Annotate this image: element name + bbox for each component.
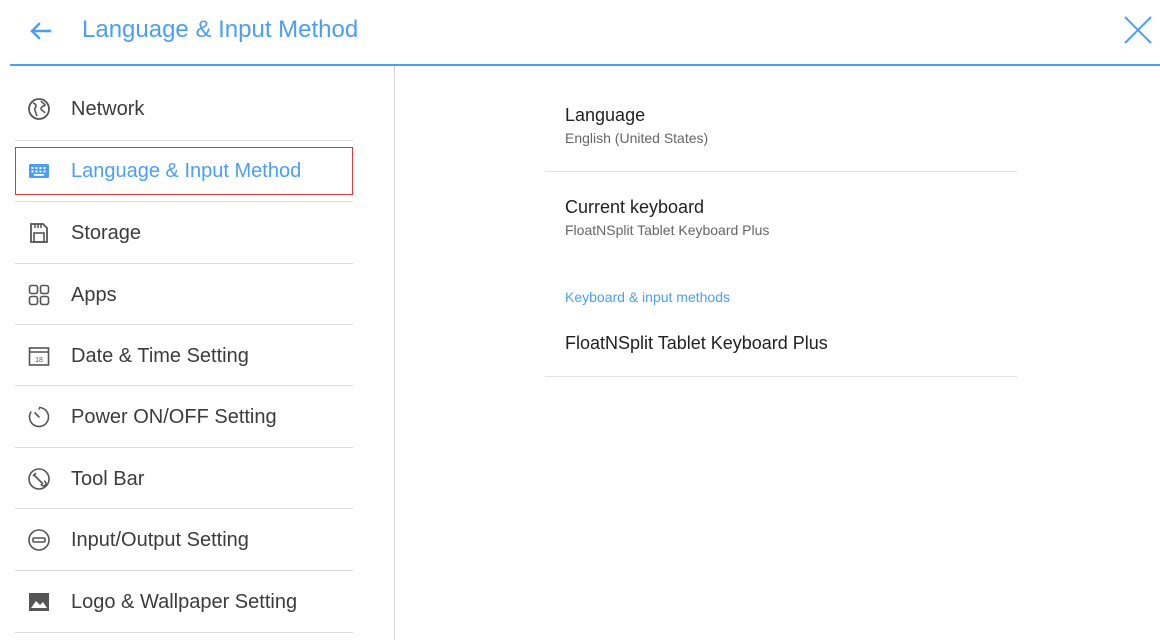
sd-card-icon bbox=[27, 221, 51, 245]
sidebar-divider-line bbox=[15, 385, 353, 386]
keyboard-method-label: FloatNSplit Tablet Keyboard Plus bbox=[565, 333, 828, 353]
settings-content: Language English (United States) Current… bbox=[395, 66, 1160, 640]
language-value: English (United States) bbox=[565, 130, 709, 146]
current-keyboard-row[interactable]: Current keyboard FloatNSplit Tablet Keyb… bbox=[565, 196, 1015, 239]
toolbar-icon bbox=[27, 467, 51, 491]
sidebar-divider-line bbox=[15, 140, 353, 141]
current-keyboard-value: FloatNSplit Tablet Keyboard Plus bbox=[565, 222, 770, 238]
sidebar-divider-line bbox=[15, 508, 353, 509]
sidebar-item-label: Apps bbox=[71, 284, 117, 306]
sidebar-item-label: Logo & Wallpaper Setting bbox=[71, 591, 298, 613]
sidebar-divider-line bbox=[15, 570, 353, 571]
page-title: Language & Input Method bbox=[82, 16, 359, 43]
content-divider bbox=[545, 171, 1017, 172]
sidebar-item-toolbar[interactable]: Tool Bar bbox=[15, 455, 353, 503]
sidebar-item-logo-wallpaper[interactable]: Logo & Wallpaper Setting bbox=[15, 578, 353, 626]
timer-icon bbox=[27, 405, 51, 429]
sidebar-divider-line bbox=[15, 632, 353, 633]
sidebar-item-language-input[interactable]: Language & Input Method bbox=[15, 147, 353, 195]
sidebar-divider-line bbox=[15, 447, 353, 448]
apps-grid-icon bbox=[27, 283, 51, 307]
current-keyboard-title: Current keyboard bbox=[565, 197, 705, 217]
sidebar-item-apps[interactable]: Apps bbox=[15, 271, 353, 319]
header-bar: Language & Input Method bbox=[0, 0, 1160, 66]
keyboard-method-item[interactable]: FloatNSplit Tablet Keyboard Plus bbox=[565, 332, 1015, 354]
sidebar-item-label: Date & Time Setting bbox=[71, 345, 249, 367]
image-icon bbox=[27, 590, 51, 614]
sidebar-divider-line bbox=[15, 324, 353, 325]
close-icon bbox=[1124, 16, 1152, 44]
globe-icon bbox=[27, 97, 51, 121]
sidebar-item-network[interactable]: Network bbox=[15, 85, 353, 133]
keyboard-section-heading: Keyboard & input methods bbox=[565, 289, 730, 305]
sidebar-item-label: Network bbox=[71, 98, 145, 120]
sidebar-item-storage[interactable]: Storage bbox=[15, 209, 353, 257]
sidebar-item-date-time[interactable]: 18 Date & Time Setting bbox=[15, 332, 353, 380]
language-setting-row[interactable]: Language English (United States) bbox=[565, 104, 1015, 147]
close-button[interactable] bbox=[1118, 10, 1158, 50]
sidebar-item-label: Storage bbox=[71, 222, 142, 244]
sidebar-item-power[interactable]: Power ON/OFF Setting bbox=[15, 393, 353, 441]
sidebar-item-label: Power ON/OFF Setting bbox=[71, 406, 277, 428]
arrow-left-icon bbox=[30, 22, 52, 40]
input-output-icon bbox=[27, 528, 51, 552]
sidebar-divider-line bbox=[15, 263, 353, 264]
sidebar-item-label: Input/Output Setting bbox=[71, 529, 249, 551]
sidebar-item-input-output[interactable]: Input/Output Setting bbox=[15, 516, 353, 564]
language-title: Language bbox=[565, 105, 646, 125]
sidebar-item-label: Tool Bar bbox=[71, 468, 145, 490]
content-divider bbox=[545, 376, 1017, 377]
back-button[interactable] bbox=[24, 14, 58, 48]
sidebar-item-label: Language & Input Method bbox=[71, 160, 302, 182]
sidebar-divider-line bbox=[15, 201, 353, 202]
keyboard-icon bbox=[27, 159, 51, 183]
calendar-icon: 18 bbox=[27, 344, 51, 368]
calendar-day-text: 18 bbox=[35, 357, 43, 364]
